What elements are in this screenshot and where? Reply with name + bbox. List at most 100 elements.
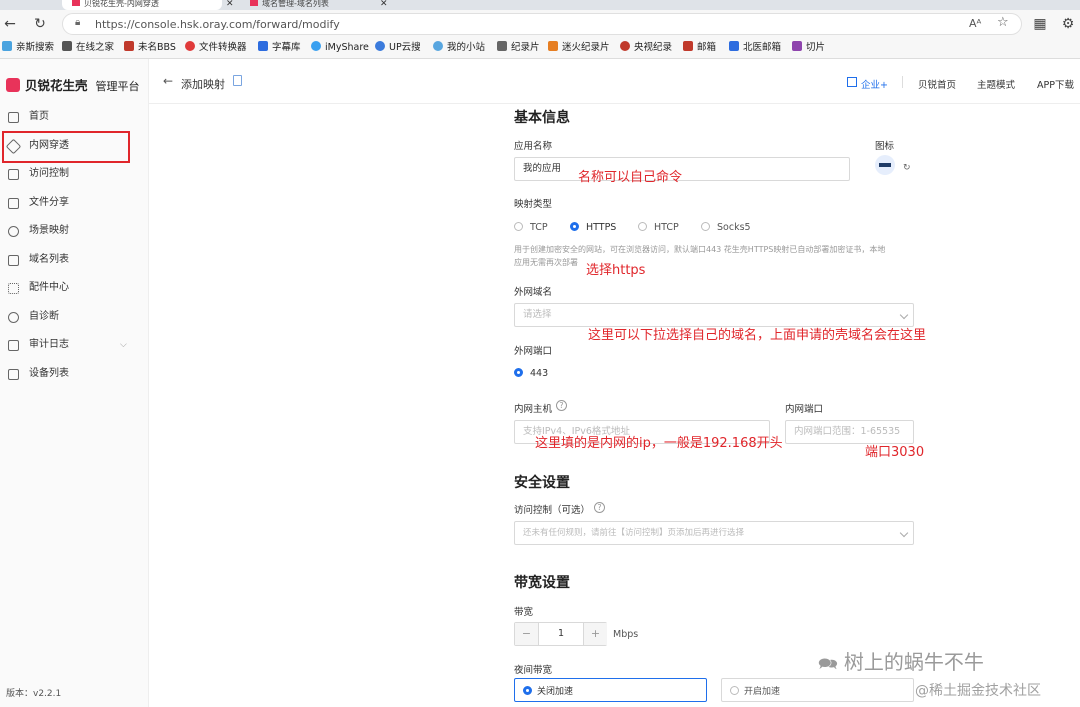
read-aloud-icon[interactable]: Aᴬ [969, 17, 981, 30]
bookmark-item[interactable]: 文件转换器 [185, 41, 247, 55]
map-type-https-radio[interactable]: HTTPS [570, 222, 616, 233]
access-control-label: 访问控制（可选） [514, 505, 591, 516]
brand-logo-icon [6, 78, 20, 92]
oray-home-link[interactable]: 贝锐首页 [918, 77, 956, 91]
sidebar-item-home[interactable]: 首页 [0, 103, 148, 131]
brand-logo[interactable]: 贝锐花生壳 管理平台 [6, 75, 140, 94]
reload-icon[interactable]: ↻ [30, 14, 50, 34]
bookmark-item[interactable]: 邮箱 [683, 41, 716, 55]
version-text: 版本：v2.2.1 [6, 689, 62, 699]
annotation-https: 选择https [586, 263, 646, 278]
map-type-socks5-radio[interactable]: Socks5 [701, 222, 751, 233]
domain-label: 外网域名 [514, 287, 553, 298]
settings-gear-icon[interactable]: ⚙ [1058, 14, 1078, 34]
bookmark-item[interactable]: 未名BBS [124, 41, 176, 55]
extensions-icon[interactable]: ▦ [1030, 14, 1050, 34]
refresh-icon[interactable]: ↻ [903, 163, 911, 173]
grid-icon [8, 283, 19, 294]
radio-circle-icon [514, 222, 523, 231]
chevron-down-icon [899, 528, 909, 538]
decrement-button[interactable]: − [515, 623, 539, 645]
bookmark-item[interactable]: UP云搜 [375, 41, 421, 55]
browser-tab-active[interactable]: 贝锐花生壳-内网穿透 [62, 0, 222, 10]
bookmark-item[interactable]: 亲斯搜索 [2, 41, 54, 55]
chevron-down-icon [899, 310, 909, 320]
tab-title: 贝锐花生壳-内网穿透 [84, 0, 159, 8]
doc-icon[interactable] [233, 75, 242, 86]
icon-label: 图标 [875, 141, 895, 152]
increment-button[interactable]: + [583, 623, 607, 645]
radio-circle-icon [701, 222, 710, 231]
bookmark-item[interactable]: 央视纪录 [620, 41, 672, 55]
annotation-host: 这里填的是内网的ip，一般是192.168开头 [535, 436, 783, 451]
map-type-htcp-radio[interactable]: HTCP [638, 222, 679, 233]
basic-info-title: 基本信息 [514, 110, 570, 126]
bookmark-item[interactable]: 字幕库 [258, 41, 301, 55]
sidebar-item-file-share[interactable]: 文件分享 [0, 189, 148, 217]
browser-toolbar: ← ↻ 🔒︎ https://console.hsk.oray.com/forw… [0, 10, 1080, 37]
back-arrow-icon[interactable]: ← [163, 74, 173, 88]
radio-checked-icon [523, 686, 532, 695]
bookmark-item[interactable]: 迷火纪录片 [548, 41, 610, 55]
enterprise-link[interactable]: 企业+ [861, 77, 888, 91]
access-icon [8, 169, 19, 180]
ext-port-443-radio[interactable]: 443 [514, 368, 548, 379]
bookmark-icon [2, 41, 12, 51]
mail-icon [729, 41, 739, 51]
theme-mode-link[interactable]: 主题模式 [977, 77, 1015, 91]
folder-icon [62, 41, 72, 51]
map-type-tcp-radio[interactable]: TCP [514, 222, 548, 233]
tab-title: 域名管理-域名列表 [262, 0, 329, 8]
device-icon [8, 369, 19, 380]
sidebar-item-diagnose[interactable]: 自诊断 [0, 303, 148, 331]
map-type-hint-line2: 应用无需再次部署 [514, 258, 578, 267]
night-on-option[interactable]: 开启加速 [721, 678, 914, 702]
inner-port-label: 内网端口 [785, 404, 824, 415]
annotation-name: 名称可以自己命令 [578, 170, 683, 185]
brand-subtitle: 管理平台 [95, 80, 140, 93]
page-title: 添加映射 [181, 78, 225, 91]
bandwidth-label: 带宽 [514, 607, 534, 618]
star-icon[interactable]: ☆ [997, 15, 1009, 30]
sidebar-item-scene-map[interactable]: 场景映射 [0, 217, 148, 245]
bookmark-item[interactable]: 切片 [792, 41, 825, 55]
sidebar-item-device-list[interactable]: 设备列表 [0, 360, 148, 388]
bookmarks-bar: 亲斯搜索 在线之家 未名BBS 文件转换器 字幕库 iMyShare UP云搜 … [0, 37, 1080, 59]
app-icon-preview[interactable] [875, 155, 895, 175]
document-icon [497, 41, 507, 51]
night-off-radio: 关闭加速 [523, 684, 573, 697]
log-icon [8, 340, 19, 351]
bookmark-item[interactable]: iMyShare [311, 41, 369, 55]
bandwidth-value[interactable]: 1 [539, 623, 583, 645]
wechat-icon: 🗪︎ [818, 654, 838, 673]
back-arrow-icon[interactable]: ← [0, 14, 20, 34]
watermark-juejin: @稀土掘金技术社区 [915, 683, 1041, 699]
sidebar-item-access-control[interactable]: 访问控制 [0, 160, 148, 188]
sidebar-item-domain-list[interactable]: 域名列表 [0, 246, 148, 274]
help-icon[interactable]: ? [594, 502, 605, 513]
address-bar[interactable]: 🔒︎ https://console.hsk.oray.com/forward/… [62, 13, 1022, 35]
access-control-select[interactable]: 还未有任何规则，请前往【访问控制】页添加后再进行选择 [514, 521, 914, 545]
bookmark-item[interactable]: 纪录片 [497, 41, 540, 55]
sidebar-item-accessories[interactable]: 配件中心 [0, 274, 148, 302]
header-divider [902, 76, 903, 88]
minus-icon [879, 163, 891, 167]
bookmark-icon [258, 41, 268, 51]
radio-circle-icon [638, 222, 647, 231]
bookmark-item[interactable]: 北医邮箱 [729, 41, 781, 55]
tab-close-icon[interactable]: ✕ [226, 0, 234, 9]
bookmark-icon [433, 41, 443, 51]
brand-name: 贝锐花生壳 [25, 78, 88, 93]
night-off-option[interactable]: 关闭加速 [514, 678, 707, 702]
tab-close-icon[interactable]: ✕ [380, 0, 388, 9]
sidebar-item-audit-log[interactable]: 审计日志 ⌵ [0, 331, 148, 359]
bookmark-icon [792, 41, 802, 51]
bookmark-item[interactable]: 在线之家 [62, 41, 114, 55]
browser-tab[interactable]: 域名管理-域名列表 [240, 0, 400, 10]
app-download-link[interactable]: APP下载 [1037, 77, 1074, 91]
help-icon[interactable]: ? [556, 400, 567, 411]
radio-circle-icon [730, 686, 739, 695]
domain-icon [8, 255, 19, 266]
annotation-domain: 这里可以下拉选择自己的域名，上面申请的壳域名会在这里 [588, 328, 927, 343]
bookmark-item[interactable]: 我的小站 [433, 41, 485, 55]
